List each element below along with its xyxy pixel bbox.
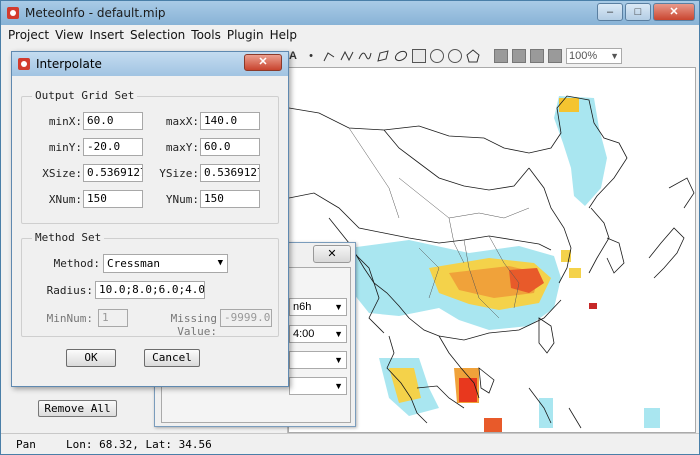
freehand-tool-icon[interactable] (376, 49, 390, 63)
xnum-label: XNum: (48, 193, 82, 206)
missing-value-label: Missing Value: (170, 312, 217, 338)
menu-bar: Project View Insert Selection Tools Plug… (1, 25, 699, 45)
xsize-field[interactable]: 0.53691274 (83, 164, 143, 182)
status-coordinates: Lon: 68.32, Lat: 34.56 (66, 437, 212, 451)
method-set-group: Method Set Method: Cressman ▼ Radius: 10.… (21, 231, 279, 338)
ellipse-shape-tool-icon[interactable] (394, 49, 408, 63)
time-interval-value: n6h (293, 301, 312, 313)
curve-tool-icon[interactable] (358, 49, 372, 63)
minimize-button[interactable]: – (597, 3, 623, 21)
method-value: Cressman (107, 257, 160, 270)
time-value: 4:00 (293, 328, 315, 340)
maxy-field[interactable]: 60.0 (200, 138, 260, 156)
chevron-down-icon: ▼ (610, 51, 619, 61)
layout-tool-2-icon[interactable] (512, 49, 526, 63)
menu-selection[interactable]: Selection (127, 28, 188, 42)
polyline-tool-icon[interactable] (340, 49, 354, 63)
rectangle-tool-icon[interactable] (412, 49, 426, 63)
method-label: Method: (53, 257, 100, 270)
radius-label: Radius: (46, 284, 93, 297)
time-select[interactable]: 4:00 ▼ (289, 325, 347, 343)
xsize-label: XSize: (42, 167, 82, 180)
method-set-title: Method Set (32, 231, 105, 244)
time-interval-select[interactable]: n6h ▼ (289, 298, 347, 316)
interpolate-title: Interpolate (36, 57, 102, 71)
ysize-field[interactable]: 0.53691274 (200, 164, 260, 182)
ysize-label: YSize: (159, 167, 199, 180)
polygon-tool-icon[interactable] (466, 49, 480, 63)
circle-center-tool-icon[interactable] (448, 49, 462, 63)
remove-all-button[interactable]: Remove All (38, 400, 117, 417)
window-title: MeteoInfo - default.mip (25, 6, 166, 20)
minnum-field[interactable]: 1 (98, 309, 128, 327)
menu-insert[interactable]: Insert (87, 28, 127, 42)
menu-project[interactable]: Project (5, 28, 52, 42)
chevron-down-icon: ▼ (334, 302, 343, 312)
maximize-button[interactable]: □ (625, 3, 651, 21)
menu-tools[interactable]: Tools (188, 28, 224, 42)
radius-field[interactable]: 10.0;8.0;6.0;4.0 (95, 281, 205, 299)
point-tool-icon[interactable]: • (304, 49, 318, 63)
maxx-label: maxX: (165, 115, 199, 128)
output-grid-title: Output Grid Set (32, 89, 138, 102)
output-grid-group: Output Grid Set minX: 60.0 maxX: 140.0 m… (21, 89, 279, 224)
circle-tool-icon[interactable] (430, 49, 444, 63)
cancel-button[interactable]: Cancel (144, 349, 200, 367)
chevron-down-icon: ▼ (334, 355, 343, 365)
maxy-label: maxY: (165, 141, 199, 154)
miny-label: minY: (48, 141, 82, 154)
layout-tool-3-icon[interactable] (530, 49, 544, 63)
layout-tool-1-icon[interactable] (494, 49, 508, 63)
zoom-select[interactable]: 100% ▼ (566, 48, 622, 64)
status-bar: Pan Lon: 68.32, Lat: 34.56 (1, 433, 699, 454)
menu-help[interactable]: Help (267, 28, 300, 42)
option-select-1[interactable]: ▼ (289, 351, 347, 369)
chevron-down-icon: ▼ (334, 329, 343, 339)
title-bar: MeteoInfo - default.mip – □ ✕ (1, 1, 699, 25)
background-dialog-close-button[interactable]: ✕ (313, 245, 351, 263)
minx-field[interactable]: 60.0 (83, 112, 143, 130)
maxx-field[interactable]: 140.0 (200, 112, 260, 130)
app-logo-icon (18, 58, 30, 70)
toolbar: A • 100% ▼ (286, 45, 622, 67)
line-tool-icon[interactable] (322, 49, 336, 63)
interpolate-dialog: Interpolate ✕ Output Grid Set minX: 60.0… (11, 51, 289, 387)
minnum-label: MinNum: (46, 312, 93, 325)
app-logo-icon (7, 7, 19, 19)
miny-field[interactable]: -20.0 (83, 138, 143, 156)
layout-tool-4-icon[interactable] (548, 49, 562, 63)
minx-label: minX: (48, 115, 82, 128)
interpolate-close-button[interactable]: ✕ (244, 54, 282, 71)
zoom-value: 100% (569, 50, 598, 62)
status-mode: Pan (16, 437, 36, 451)
ynum-label: YNum: (165, 193, 199, 206)
ynum-field[interactable]: 150 (200, 190, 260, 208)
menu-plugin[interactable]: Plugin (224, 28, 267, 42)
method-select[interactable]: Cressman ▼ (103, 254, 228, 273)
close-button[interactable]: ✕ (653, 3, 695, 21)
option-select-2[interactable]: ▼ (289, 377, 347, 395)
chevron-down-icon: ▼ (217, 258, 223, 268)
missing-value-field[interactable]: -9999.0 (220, 309, 272, 327)
ok-button[interactable]: OK (66, 349, 116, 367)
xnum-field[interactable]: 150 (83, 190, 143, 208)
chevron-down-icon: ▼ (334, 381, 343, 391)
menu-view[interactable]: View (52, 28, 86, 42)
